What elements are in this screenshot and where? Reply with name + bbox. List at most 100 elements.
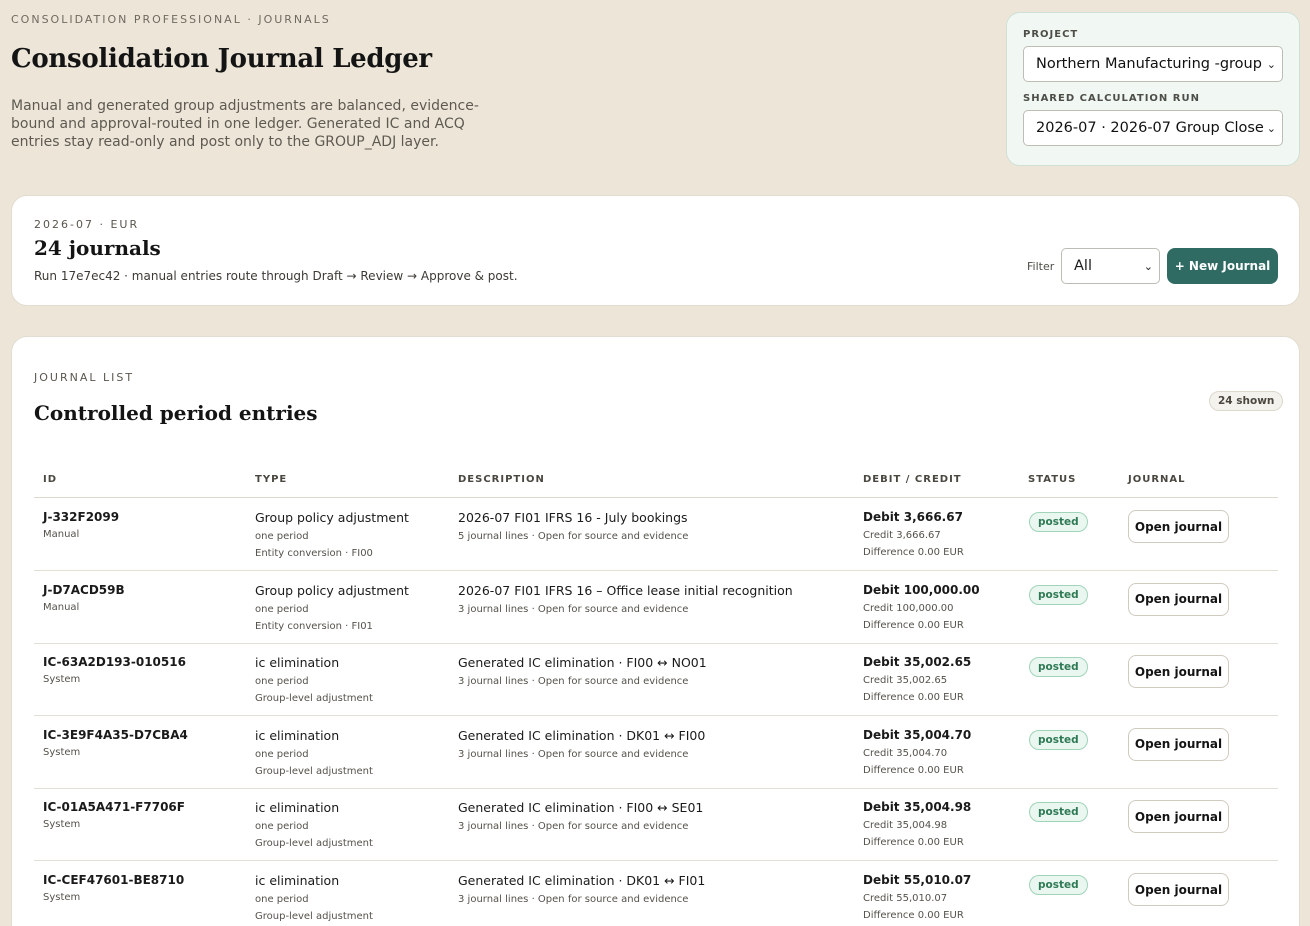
- journal-debit: Debit 55,010.07: [863, 873, 972, 887]
- journal-list-title: Controlled period entries: [34, 401, 318, 425]
- cell-journal: Open journal: [1128, 510, 1229, 543]
- table-header: ID TYPE DESCRIPTION DEBIT / CREDIT STATU…: [34, 465, 1278, 498]
- open-journal-button[interactable]: Open journal: [1128, 655, 1229, 689]
- cell-id: IC-3E9F4A35-D7CBA4 System: [43, 728, 188, 758]
- journal-detail: 3 journal lines · Open for source and ev…: [458, 676, 689, 688]
- column-header-description[interactable]: DESCRIPTION: [458, 474, 545, 485]
- cell-debit-credit: Debit 55,010.07 Credit 55,010.07 Differenc…: [863, 873, 971, 921]
- journal-count: 24 journals: [34, 236, 161, 260]
- table-row[interactable]: IC-3E9F4A35-D7CBA4 System ic elimination on…: [34, 716, 1278, 789]
- journal-source: System: [43, 674, 81, 686]
- table-row[interactable]: J-332F2099 Manual Group policy adjustment o…: [34, 498, 1278, 571]
- project-select[interactable]: Northern Manufacturing -group ⌄: [1023, 46, 1283, 82]
- journal-credit: Credit 100,000.00: [863, 602, 954, 614]
- cell-description: Generated IC elimination · FI00 ↔ NO01 3 …: [458, 655, 707, 687]
- journal-difference: Difference 0.00 EUR: [863, 692, 964, 704]
- cell-debit-credit: Debit 35,002.65 Credit 35,002.65 Differenc…: [863, 655, 971, 703]
- journal-debit: Debit 35,004.98: [863, 800, 972, 815]
- journal-description: Generated IC elimination · FI00 ↔ SE01: [458, 800, 704, 816]
- journal-credit: Credit 35,004.70: [863, 747, 948, 759]
- run-select-value: 2026-07 · 2026-07 Group Close: [1036, 120, 1264, 136]
- journal-type: Group policy adjustment: [255, 582, 409, 598]
- status-badge: posted: [1029, 584, 1088, 605]
- journal-credit: Credit 35,004.98: [863, 820, 948, 832]
- journal-list-card: JOURNAL LIST Controlled period entries 2…: [11, 336, 1300, 926]
- journal-credit: Credit 3,666.67: [863, 530, 941, 541]
- cell-journal: Open journal: [1128, 655, 1229, 689]
- cell-journal: Open journal: [1128, 727, 1229, 761]
- journal-scope: Entity conversion · FI00: [255, 548, 373, 559]
- journal-detail: 3 journal lines · Open for source and ev…: [458, 748, 689, 760]
- status-badge: posted: [1029, 802, 1088, 823]
- run-select[interactable]: 2026-07 · 2026-07 Group Close ⌄: [1023, 110, 1283, 146]
- summary-description: Run 17e7ec42 · manual entries route thro…: [34, 269, 518, 283]
- table-row[interactable]: IC-01A5A471-F7706F System ic elimination on…: [34, 788, 1278, 862]
- project-label: PROJECT: [1023, 29, 1079, 40]
- open-journal-button[interactable]: Open journal: [1128, 582, 1229, 616]
- open-journal-button[interactable]: Open journal: [1128, 510, 1229, 543]
- summary-card: 2026-07 · EUR 24 journals Run 17e7ec42 ·…: [11, 195, 1300, 306]
- cell-id: IC-CEF47601-BE8710 System: [43, 873, 184, 903]
- filter-label: Filter: [1027, 260, 1055, 273]
- journal-description: Generated IC elimination · DK01 ↔ FI00: [458, 727, 706, 743]
- journal-type: ic elimination: [255, 655, 340, 671]
- journal-detail: 3 journal lines · Open for source and ev…: [458, 894, 689, 905]
- status-badge: posted: [1029, 729, 1088, 750]
- cell-description: 2026-07 FI01 IFRS 16 - July bookings 5 jo…: [458, 510, 688, 542]
- open-journal-button[interactable]: Open journal: [1128, 800, 1229, 834]
- cell-status: posted: [1029, 873, 1088, 895]
- table-row[interactable]: IC-CEF47601-BE8710 System ic elimination on…: [34, 861, 1278, 926]
- journal-debit: Debit 3,666.67: [863, 510, 963, 524]
- page-intro: Manual and generated group adjustments a…: [11, 98, 479, 150]
- project-select-value: Northern Manufacturing -group: [1036, 56, 1262, 72]
- journal-type: ic elimination: [255, 873, 340, 888]
- journal-period: one period: [255, 821, 309, 833]
- journal-source: System: [43, 819, 81, 831]
- cell-description: Generated IC elimination · DK01 ↔ FI00 3 …: [458, 728, 705, 760]
- column-header-id[interactable]: ID: [43, 474, 57, 485]
- cell-journal: Open journal: [1128, 582, 1229, 616]
- journal-type: ic elimination: [255, 727, 340, 743]
- chevron-down-icon: ⌄: [1266, 57, 1276, 71]
- column-header-journal[interactable]: JOURNAL: [1128, 474, 1186, 485]
- cell-debit-credit: Debit 35,004.98 Credit 35,004.98 Differenc…: [863, 800, 971, 848]
- filter-select[interactable]: All ⌄: [1061, 248, 1160, 284]
- journal-type: Group policy adjustment: [255, 510, 409, 525]
- journal-id: IC-3E9F4A35-D7CBA4: [43, 727, 188, 742]
- cell-type: ic elimination one period Group-level adju…: [255, 873, 373, 922]
- status-badge: posted: [1029, 875, 1088, 895]
- journal-list-eyebrow: JOURNAL LIST: [34, 371, 135, 384]
- journal-difference: Difference 0.00 EUR: [863, 910, 964, 921]
- table-row[interactable]: IC-63A2D193-010516 System ic elimination on…: [34, 643, 1278, 717]
- open-journal-button[interactable]: Open journal: [1128, 727, 1229, 761]
- column-header-status[interactable]: STATUS: [1028, 474, 1076, 485]
- journal-period: one period: [255, 894, 309, 905]
- column-header-type[interactable]: TYPE: [255, 474, 287, 485]
- journal-description: Generated IC elimination · DK01 ↔ FI01: [458, 873, 706, 888]
- journal-source: Manual: [43, 529, 80, 540]
- cell-debit-credit: Debit 3,666.67 Credit 3,666.67 Difference …: [863, 510, 964, 558]
- journal-difference: Difference 0.00 EUR: [863, 619, 964, 631]
- new-journal-button[interactable]: + New Journal: [1167, 248, 1278, 284]
- cell-status: posted: [1029, 510, 1088, 532]
- cell-status: posted: [1029, 583, 1088, 605]
- journal-debit: Debit 100,000.00: [863, 582, 980, 597]
- column-header-debit-credit[interactable]: DEBIT / CREDIT: [863, 474, 962, 485]
- open-journal-button[interactable]: Open journal: [1128, 873, 1229, 906]
- cell-type: ic elimination one period Group-level adju…: [255, 800, 373, 849]
- journal-id: J-332F2099: [43, 510, 120, 524]
- journal-description: Generated IC elimination · FI00 ↔ NO01: [458, 655, 707, 671]
- journal-id: IC-63A2D193-010516: [43, 655, 186, 670]
- table-row[interactable]: J-D7ACD59B Manual Group policy adjustment o…: [34, 571, 1278, 644]
- journal-scope: Group-level adjustment: [255, 911, 373, 922]
- cell-journal: Open journal: [1128, 800, 1229, 834]
- project-panel: PROJECT Northern Manufacturing -group ⌄ …: [1006, 12, 1300, 166]
- page-title: Consolidation Journal Ledger: [11, 44, 432, 74]
- cell-id: J-332F2099 Manual: [43, 510, 119, 540]
- journal-period: one period: [255, 676, 309, 688]
- breadcrumb: CONSOLIDATION PROFESSIONAL · JOURNALS: [11, 13, 331, 26]
- journal-scope: Group-level adjustment: [255, 838, 373, 850]
- journal-id: J-D7ACD59B: [43, 582, 125, 597]
- cell-debit-credit: Debit 100,000.00 Credit 100,000.00 Differe…: [863, 583, 980, 631]
- journal-difference: Difference 0.00 EUR: [863, 764, 964, 776]
